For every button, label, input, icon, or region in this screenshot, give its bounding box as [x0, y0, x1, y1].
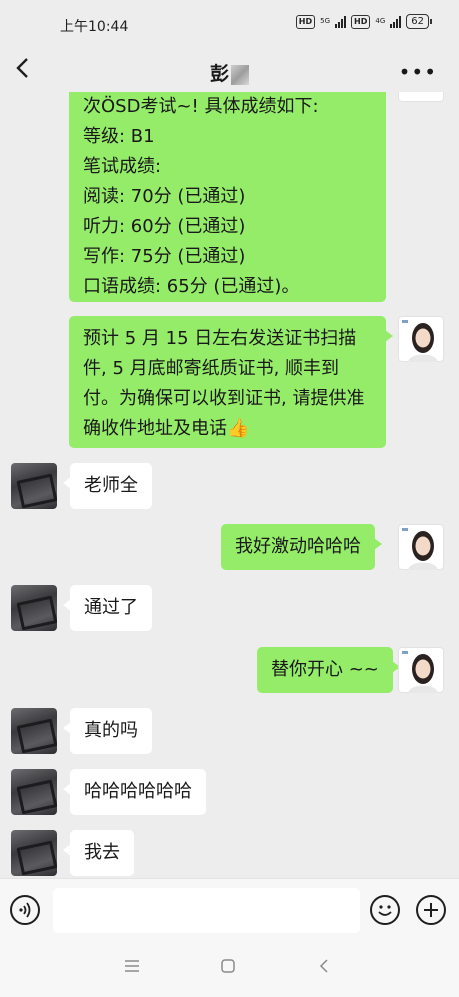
- chat-area[interactable]: 次ÖSD考试~! 具体成绩如下: 等级: B1 笔试成绩: 阅读: 70分 (已…: [0, 92, 459, 878]
- message-bubble[interactable]: 哈哈哈哈哈哈: [63, 769, 206, 815]
- chat-title: 彭: [0, 59, 459, 86]
- status-icons: HD 5G HD 4G 62: [295, 14, 432, 29]
- contact-avatar[interactable]: [11, 585, 57, 631]
- my-avatar[interactable]: [398, 316, 444, 362]
- status-bar: 上午10:44 HD 5G HD 4G 62: [0, 0, 459, 48]
- network-label-2: 4G: [375, 17, 386, 25]
- contact-avatar[interactable]: [11, 463, 57, 509]
- avatar-portrait-icon: [402, 651, 438, 693]
- voice-icon[interactable]: [10, 895, 40, 925]
- avatar-portrait-icon: [402, 528, 438, 570]
- network-type-2: 4G: [375, 18, 385, 25]
- hd-badge: HD: [295, 14, 316, 29]
- back-icon[interactable]: [316, 958, 332, 974]
- contact-avatar[interactable]: [11, 830, 57, 876]
- more-dots-icon[interactable]: •••: [399, 60, 437, 84]
- contact-name: 彭: [209, 63, 229, 85]
- voice-waves: [19, 902, 31, 918]
- system-nav-bar: [0, 940, 459, 997]
- message-bubble[interactable]: 通过了: [63, 585, 152, 631]
- network-label: 5G: [320, 17, 331, 25]
- signal-icon: [335, 15, 347, 28]
- menu-icon[interactable]: [124, 958, 140, 974]
- message-bubble[interactable]: 次ÖSD考试~! 具体成绩如下: 等级: B1 笔试成绩: 阅读: 70分 (已…: [69, 92, 386, 302]
- my-avatar[interactable]: [398, 524, 444, 570]
- message-bubble[interactable]: 替你开心 ~~: [257, 647, 400, 693]
- contact-avatar[interactable]: [11, 769, 57, 815]
- message-bubble[interactable]: 真的吗: [63, 708, 152, 754]
- smile-face: [378, 905, 392, 916]
- home-icon[interactable]: [220, 958, 236, 974]
- message-text: 预计 5 月 15 日左右发送证书扫描件, 5 月底邮寄纸质证书, 顺丰到付。为…: [83, 328, 365, 439]
- thumbs-up-emoji: 👍: [227, 418, 250, 439]
- message-input[interactable]: [53, 888, 360, 933]
- my-avatar[interactable]: [398, 647, 444, 693]
- hd-badge-2: HD: [351, 14, 371, 29]
- chat-header: 彭 •••: [0, 48, 459, 92]
- network-type: 5G: [320, 18, 330, 25]
- add-icon[interactable]: [416, 895, 446, 925]
- battery-icon: 62: [406, 14, 432, 29]
- input-bar: [0, 878, 459, 941]
- contact-avatar[interactable]: [11, 708, 57, 754]
- avatar-portrait-icon: [402, 320, 438, 362]
- my-avatar[interactable]: [398, 92, 444, 102]
- status-time: 上午10:44: [60, 19, 129, 35]
- message-bubble[interactable]: 我好激动哈哈哈: [221, 524, 382, 570]
- message-bubble[interactable]: 我去: [63, 830, 134, 876]
- plus-sign: [424, 903, 438, 917]
- signal-icon-2: [390, 15, 402, 28]
- emoji-icon[interactable]: [370, 895, 400, 925]
- blurred-name: [231, 64, 249, 85]
- message-bubble[interactable]: 老师全: [63, 463, 152, 509]
- message-bubble[interactable]: 预计 5 月 15 日左右发送证书扫描件, 5 月底邮寄纸质证书, 顺丰到付。为…: [69, 316, 393, 448]
